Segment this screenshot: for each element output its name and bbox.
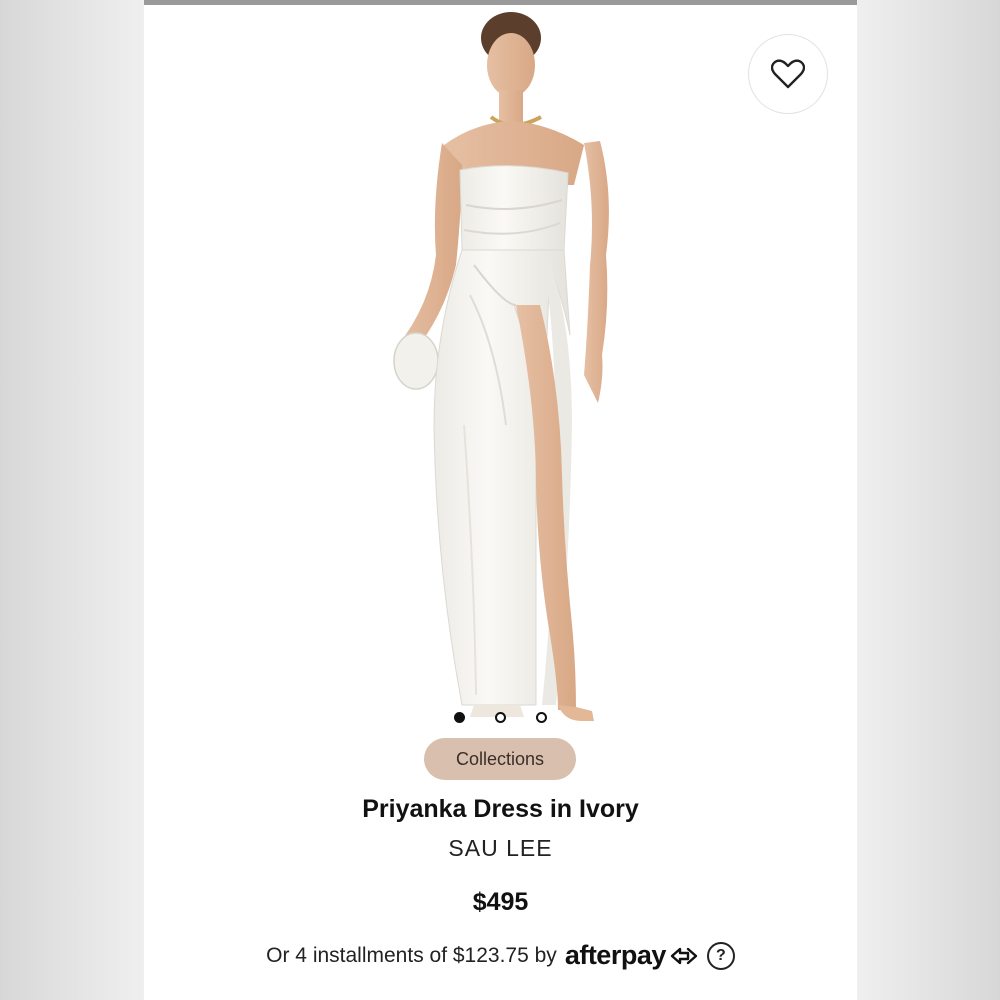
afterpay-arrows-icon bbox=[670, 947, 698, 964]
wishlist-button[interactable] bbox=[748, 34, 828, 114]
carousel-dot-1[interactable] bbox=[454, 712, 465, 723]
background-left bbox=[0, 0, 144, 1000]
product-title: Priyanka Dress in Ivory bbox=[362, 795, 639, 823]
product-page: Collections Priyanka Dress in Ivory SAU … bbox=[144, 5, 857, 1000]
carousel-dot-3[interactable] bbox=[536, 712, 547, 723]
product-price: $495 bbox=[472, 888, 529, 916]
installments-text: Or 4 installments of $123.75 by bbox=[266, 943, 557, 967]
carousel-dot-2[interactable] bbox=[495, 712, 506, 723]
product-image[interactable] bbox=[144, 5, 857, 740]
afterpay-logo: afterpay bbox=[565, 940, 699, 971]
carousel-indicators bbox=[144, 712, 857, 723]
heart-icon bbox=[771, 59, 805, 89]
collections-chip[interactable]: Collections bbox=[424, 738, 576, 780]
afterpay-wordmark: afterpay bbox=[564, 940, 667, 970]
help-icon[interactable]: ? bbox=[706, 941, 735, 970]
background-right bbox=[856, 0, 1000, 1000]
product-brand[interactable]: SAU LEE bbox=[144, 835, 857, 862]
installments-row: Or 4 installments of $123.75 by afterpay… bbox=[144, 940, 857, 971]
model-illustration bbox=[393, 12, 609, 721]
